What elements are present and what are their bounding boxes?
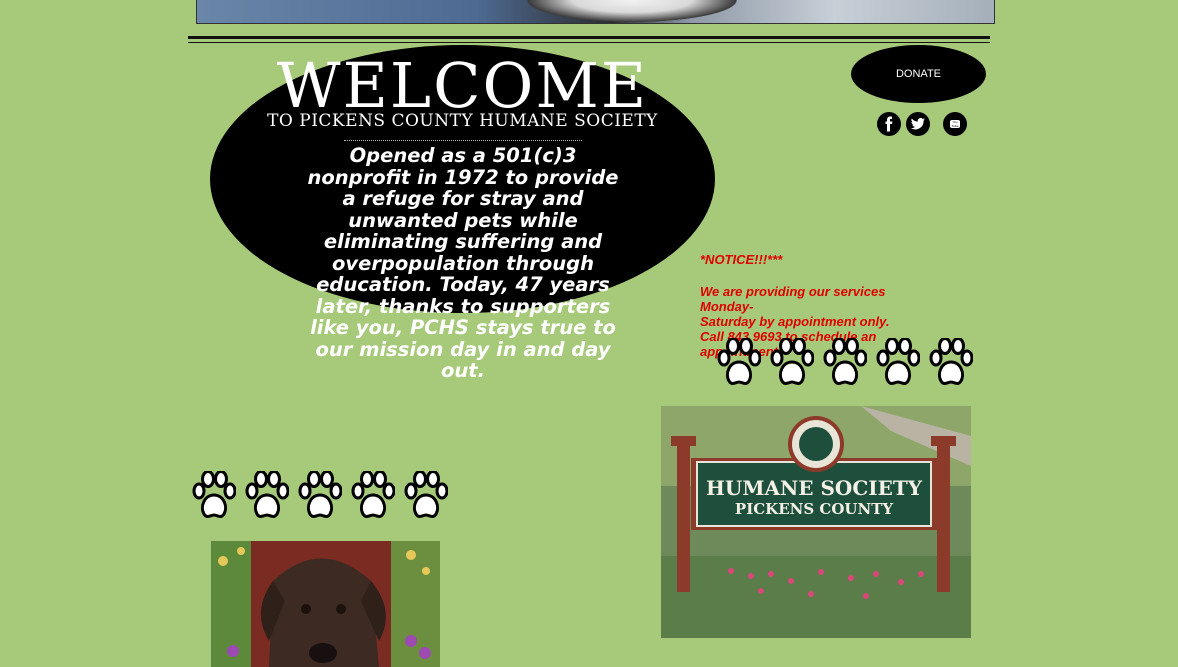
paw-print-icon: [823, 338, 867, 386]
header-divider: [188, 36, 990, 39]
dog-photo-strip: [527, 0, 737, 22]
twitter-icon[interactable]: [906, 112, 930, 136]
notice-line: Saturday by appointment only.: [700, 314, 890, 329]
hero-divider: [344, 140, 582, 141]
paw-print-icon: [192, 471, 236, 519]
welcome-subtitle: TO PICKENS COUNTY HUMANE SOCIETY: [267, 111, 658, 131]
paw-print-icon: [717, 338, 761, 386]
paw-print-icon: [770, 338, 814, 386]
youtube-icon[interactable]: You Tube: [943, 112, 967, 136]
donate-button[interactable]: DONATE: [851, 45, 986, 103]
paw-print-icon: [298, 471, 342, 519]
notice-line: We are providing our services Monday-: [700, 284, 886, 314]
top-photo-banner: [196, 0, 995, 24]
sign-line2: PICKENS COUNTY: [735, 500, 893, 518]
dog-portrait-photo: [211, 541, 440, 667]
paw-print-icon: [876, 338, 920, 386]
paw-print-row-left: [192, 471, 448, 521]
welcome-title: WELCOME: [276, 49, 649, 122]
svg-text:Tube: Tube: [950, 124, 958, 128]
mission-text: Opened as a 501(c)3 nonprofit in 1972 to…: [307, 144, 619, 382]
paw-print-row-right: [717, 338, 973, 388]
humane-society-sign-photo: HUMANE SOCIETY PICKENS COUNTY: [661, 406, 971, 638]
paw-print-icon: [404, 471, 448, 519]
notice-heading: *NOTICE!!!***: [700, 252, 783, 267]
paw-print-icon: [929, 338, 973, 386]
paw-print-icon: [245, 471, 289, 519]
welcome-oval: WELCOME TO PICKENS COUNTY HUMANE SOCIETY…: [210, 45, 715, 381]
paw-print-icon: [351, 471, 395, 519]
sign-line1: HUMANE SOCIETY: [706, 476, 923, 500]
facebook-icon[interactable]: [877, 112, 901, 136]
header-divider-thin: [188, 42, 990, 43]
